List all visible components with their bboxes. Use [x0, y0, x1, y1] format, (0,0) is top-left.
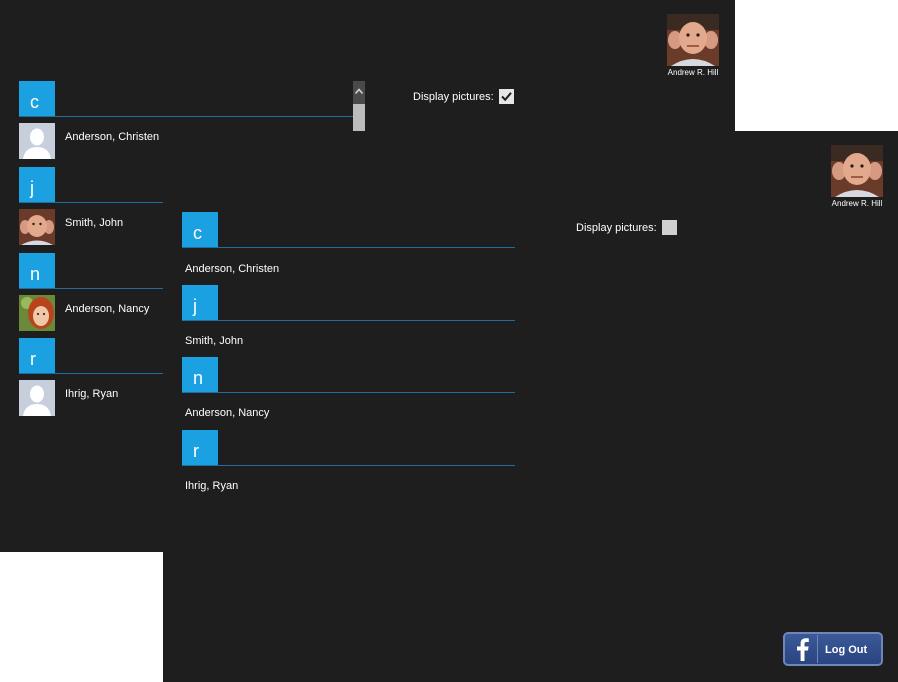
group-divider: [19, 288, 163, 289]
logout-label: Log Out: [825, 644, 868, 656]
group-header-c[interactable]: c: [182, 212, 218, 248]
logout-button[interactable]: Log Out: [783, 632, 883, 666]
group-header-j[interactable]: j: [19, 167, 55, 203]
contact-name[interactable]: Ihrig, Ryan: [65, 388, 118, 400]
user-photo: [831, 145, 883, 197]
group-header-j[interactable]: j: [182, 285, 218, 321]
contact-name[interactable]: Anderson, Nancy: [65, 303, 149, 315]
group-divider: [182, 247, 515, 248]
avatar-placeholder-icon: [19, 380, 55, 416]
user-photo: [667, 14, 719, 66]
user-name: Andrew R. Hill: [667, 68, 719, 77]
group-header-r[interactable]: r: [182, 430, 218, 466]
scroll-up-button[interactable]: [353, 81, 365, 104]
contact-name[interactable]: Smith, John: [185, 335, 243, 347]
contact-name[interactable]: Anderson, Christen: [65, 131, 159, 143]
group-divider: [182, 465, 515, 466]
group-header-n[interactable]: n: [182, 357, 218, 393]
group-divider: [19, 116, 353, 117]
group-divider: [182, 320, 515, 321]
user-profile[interactable]: Andrew R. Hill: [663, 14, 723, 77]
contact-photo: [19, 209, 55, 245]
group-divider: [19, 202, 163, 203]
group-header-c[interactable]: c: [19, 81, 55, 117]
display-pictures-label: Display pictures:: [576, 222, 657, 234]
contact-name[interactable]: Anderson, Nancy: [185, 407, 269, 419]
contact-photo: [19, 295, 55, 331]
contact-name[interactable]: Smith, John: [65, 217, 123, 229]
group-header-n[interactable]: n: [19, 253, 55, 289]
contact-name[interactable]: Ihrig, Ryan: [185, 480, 238, 492]
avatar-placeholder-icon: [19, 123, 55, 159]
group-divider: [19, 373, 163, 374]
user-profile[interactable]: Andrew R. Hill: [827, 145, 887, 208]
app-window-without-pictures: Andrew R. Hill Display pictures: c Ander…: [163, 131, 898, 682]
facebook-icon: [797, 635, 818, 663]
display-pictures-label: Display pictures:: [413, 91, 494, 103]
contact-name[interactable]: Anderson, Christen: [185, 263, 279, 275]
display-pictures-checkbox[interactable]: [499, 89, 514, 104]
group-divider: [182, 392, 515, 393]
display-pictures-checkbox[interactable]: [662, 220, 677, 235]
user-name: Andrew R. Hill: [831, 199, 883, 208]
vertical-scrollbar[interactable]: [353, 81, 365, 131]
group-header-r[interactable]: r: [19, 338, 55, 374]
chevron-up-icon: [354, 88, 364, 95]
